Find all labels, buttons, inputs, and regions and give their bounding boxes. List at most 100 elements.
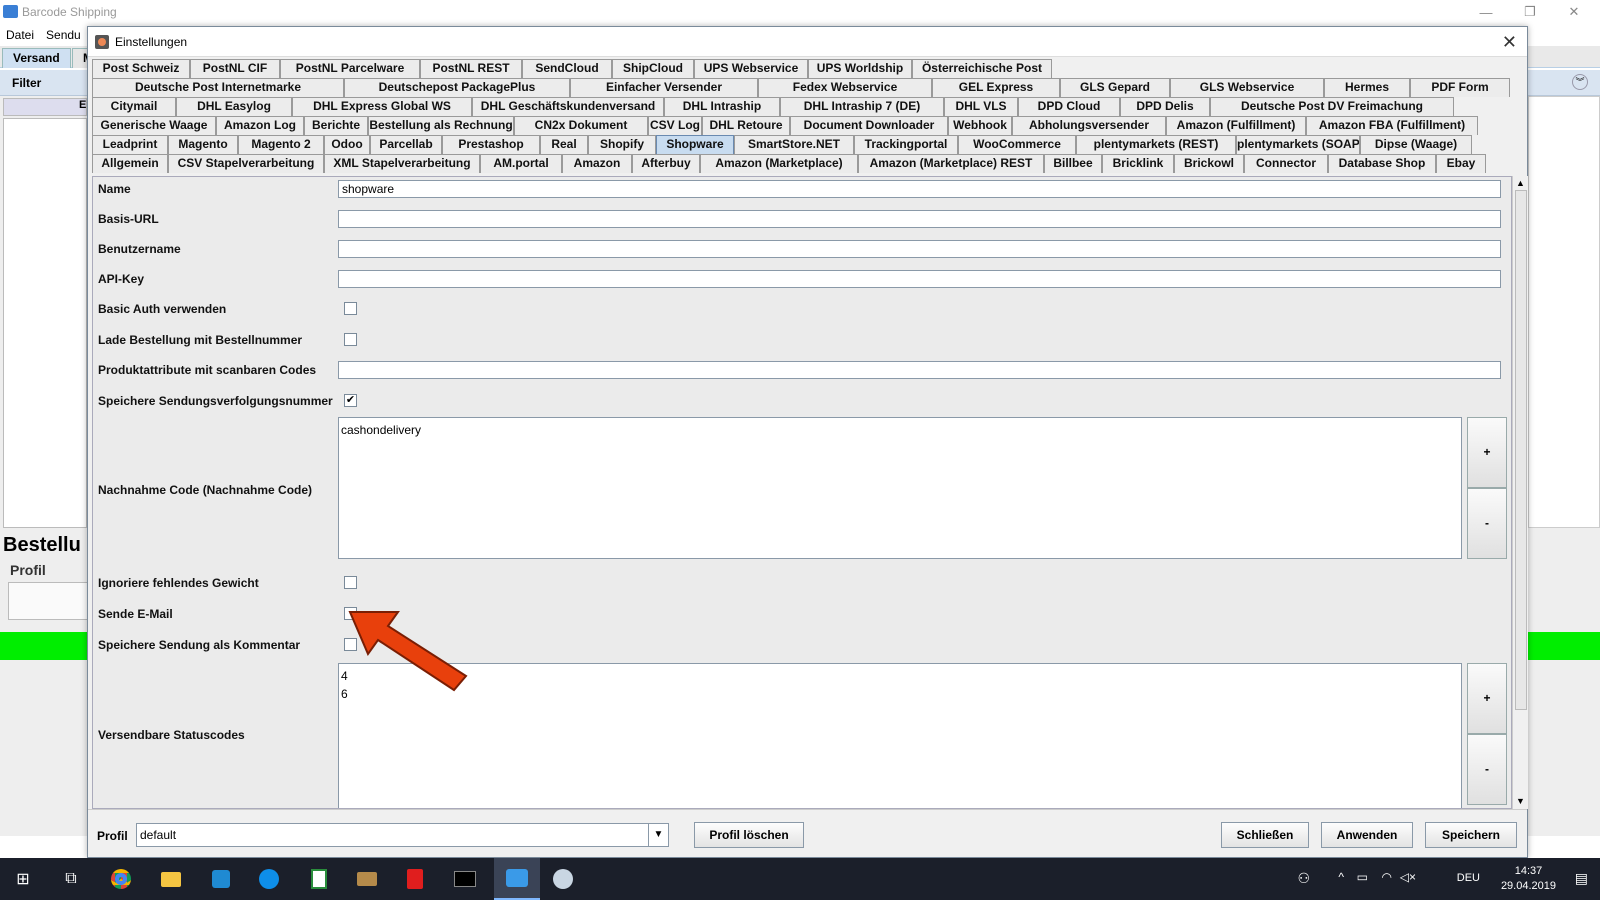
tab-trackingportal[interactable]: Trackingportal: [854, 135, 958, 154]
tab-amazon[interactable]: Amazon: [562, 154, 632, 173]
speichere-tracking-checkbox[interactable]: ✔: [344, 394, 357, 407]
filter-label[interactable]: Filter: [12, 76, 41, 90]
minimize-icon[interactable]: —: [1464, 0, 1508, 24]
pdf-icon[interactable]: [402, 866, 428, 892]
baseurl-field[interactable]: [338, 210, 1501, 228]
tab-sendcloud[interactable]: SendCloud: [522, 59, 612, 78]
apply-button[interactable]: Anwenden: [1321, 822, 1413, 848]
statuscodes-remove-button[interactable]: -: [1467, 734, 1507, 805]
close-button[interactable]: Schließen: [1221, 822, 1309, 848]
tab-deutsche-post-internetmarke[interactable]: Deutsche Post Internetmarke: [92, 78, 344, 97]
menu-sendungen[interactable]: Sendu: [46, 28, 81, 42]
tab-dipse-waage[interactable]: Dipse (Waage): [1360, 135, 1472, 154]
tab-am-portal[interactable]: AM.portal: [480, 154, 562, 173]
tab-postnl-rest[interactable]: PostNL REST: [420, 59, 522, 78]
wifi-icon[interactable]: ◠: [1382, 870, 1392, 884]
name-field[interactable]: shopware: [338, 180, 1501, 198]
chevron-down-icon[interactable]: ▼: [648, 824, 668, 846]
list-item[interactable]: 4: [341, 667, 1459, 685]
tab-postnl-cif[interactable]: PostNL CIF: [190, 59, 280, 78]
tab-citymail[interactable]: Citymail: [92, 97, 176, 116]
clock[interactable]: 14:37 29.04.2019: [1501, 864, 1556, 894]
tab-ups-worldship[interactable]: UPS Worldship: [808, 59, 912, 78]
tab-webhook[interactable]: Webhook: [948, 116, 1012, 135]
tab-connector[interactable]: Connector: [1244, 154, 1328, 173]
tab-amazon-fulfillment[interactable]: Amazon (Fulfillment): [1166, 116, 1306, 135]
paint-icon[interactable]: [550, 866, 576, 892]
tab-real[interactable]: Real: [540, 135, 588, 154]
chevron-up-icon[interactable]: ^: [1338, 870, 1344, 884]
tab-plentymarkets-rest[interactable]: plentymarkets (REST): [1076, 135, 1236, 154]
vscode-icon[interactable]: [208, 866, 234, 892]
tab-generische-waage[interactable]: Generische Waage: [92, 116, 216, 135]
tab-shopware[interactable]: Shopware: [656, 135, 734, 154]
notification-icon[interactable]: ▤: [1575, 870, 1588, 887]
tab-cn2x-dokument[interactable]: CN2x Dokument: [514, 116, 648, 135]
tab-odoo[interactable]: Odoo: [324, 135, 370, 154]
scroll-down-icon[interactable]: ▼: [1516, 796, 1525, 806]
tab-shopify[interactable]: Shopify: [588, 135, 656, 154]
tab-einfacher-versender[interactable]: Einfacher Versender: [570, 78, 758, 97]
tab-leadprint[interactable]: Leadprint: [92, 135, 168, 154]
tab-shipcloud[interactable]: ShipCloud: [612, 59, 694, 78]
tab-dpd-cloud[interactable]: DPD Cloud: [1018, 97, 1120, 116]
vertical-scrollbar[interactable]: ▲ ▼: [1512, 176, 1528, 809]
profil-delete-button[interactable]: Profil löschen: [694, 822, 804, 848]
restore-icon[interactable]: ❐: [1508, 0, 1552, 24]
scroll-thumb[interactable]: [1515, 190, 1527, 710]
tab-pdf-form[interactable]: PDF Form: [1410, 78, 1510, 97]
list-item[interactable]: 6: [341, 685, 1459, 703]
battery-icon[interactable]: ▭: [1357, 870, 1368, 884]
scroll-up-icon[interactable]: ▲: [1516, 178, 1525, 188]
tab-xml-stapelverarbeitung[interactable]: XML Stapelverarbeitung: [324, 154, 480, 173]
tab-csv-log[interactable]: CSV Log: [648, 116, 702, 135]
list-item[interactable]: cashondelivery: [341, 421, 1459, 439]
tab-österreichische-post[interactable]: Österreichische Post: [912, 59, 1052, 78]
tab-dhl-intraship[interactable]: DHL Intraship: [664, 97, 780, 116]
produktattribute-field[interactable]: [338, 361, 1501, 379]
language-indicator[interactable]: DEU: [1457, 872, 1480, 884]
tab-postnl-parcelware[interactable]: PostNL Parcelware: [280, 59, 420, 78]
tab-gls-webservice[interactable]: GLS Webservice: [1170, 78, 1324, 97]
tab-magento-2[interactable]: Magento 2: [238, 135, 324, 154]
tab-brickowl[interactable]: Brickowl: [1174, 154, 1244, 173]
file-explorer-icon[interactable]: [158, 866, 184, 892]
volume-mute-icon[interactable]: ◁×: [1400, 870, 1416, 884]
tab-amazon-log[interactable]: Amazon Log: [216, 116, 304, 135]
lade-bestellung-checkbox[interactable]: [344, 333, 357, 346]
tab-hermes[interactable]: Hermes: [1324, 78, 1410, 97]
tab-dhl-geschäftskundenversand[interactable]: DHL Geschäftskundenversand: [472, 97, 664, 116]
tab-fedex-webservice[interactable]: Fedex Webservice: [758, 78, 932, 97]
username-field[interactable]: [338, 240, 1501, 258]
ignoriere-gewicht-checkbox[interactable]: [344, 576, 357, 589]
tab-dhl-easylog[interactable]: DHL Easylog: [176, 97, 292, 116]
menu-datei[interactable]: Datei: [6, 28, 34, 42]
tab-woocommerce[interactable]: WooCommerce: [958, 135, 1076, 154]
package-icon[interactable]: [354, 866, 380, 892]
task-view-icon[interactable]: ⧉: [58, 866, 84, 892]
nachnahme-list[interactable]: cashondelivery: [338, 417, 1462, 559]
tab-berichte[interactable]: Berichte: [304, 116, 368, 135]
tab-dhl-express-global-ws[interactable]: DHL Express Global WS: [292, 97, 472, 116]
tab-bricklink[interactable]: Bricklink: [1102, 154, 1174, 173]
tab-post-schweiz[interactable]: Post Schweiz: [92, 59, 190, 78]
tab-gls-gepard[interactable]: GLS Gepard: [1060, 78, 1170, 97]
tab-prestashop[interactable]: Prestashop: [442, 135, 540, 154]
tab-gel-express[interactable]: GEL Express: [932, 78, 1060, 97]
save-button[interactable]: Speichern: [1425, 822, 1517, 848]
basicauth-checkbox[interactable]: [344, 302, 357, 315]
nachnahme-remove-button[interactable]: -: [1467, 488, 1507, 559]
tab-amazon-marketplace-rest[interactable]: Amazon (Marketplace) REST: [858, 154, 1044, 173]
tab-parcellab[interactable]: Parcellab: [370, 135, 442, 154]
barcode-shipping-taskbar-icon[interactable]: [494, 858, 540, 900]
terminal-icon[interactable]: [452, 866, 478, 892]
teamviewer-icon[interactable]: [256, 866, 282, 892]
tab-document-downloader[interactable]: Document Downloader: [790, 116, 948, 135]
nachnahme-add-button[interactable]: +: [1467, 417, 1507, 488]
main-tab-versand[interactable]: Versand: [2, 48, 71, 68]
tab-smartstore-net[interactable]: SmartStore.NET: [734, 135, 854, 154]
tab-dhl-retoure[interactable]: DHL Retoure: [702, 116, 790, 135]
tab-deutschepost-packageplus[interactable]: Deutschepost PackagePlus: [344, 78, 570, 97]
chrome-icon[interactable]: [108, 866, 134, 892]
chevron-down-icon[interactable]: ︾: [1572, 74, 1588, 90]
